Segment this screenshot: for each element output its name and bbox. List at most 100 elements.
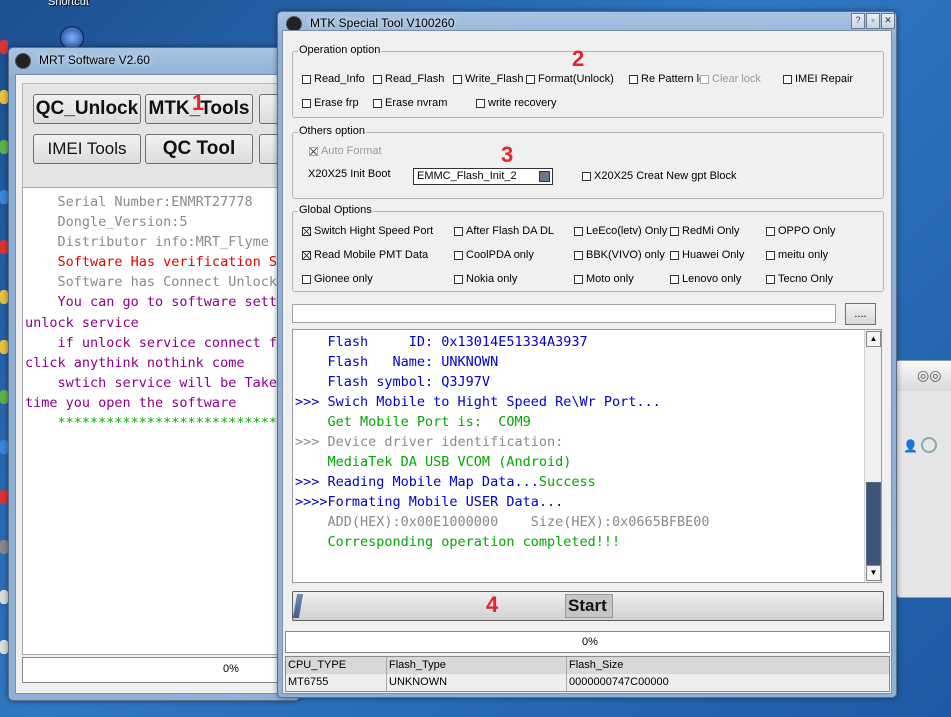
mtk-title: MTK Special Tool V100260 <box>310 16 455 30</box>
read-pmt-box[interactable] <box>302 250 311 260</box>
read-info-box[interactable] <box>302 74 311 84</box>
mtk-log-panel: Flash ID: 0x13014E51334A3937 Flash Name:… <box>292 329 882 583</box>
log-scrollbar[interactable]: ▲ ▼ <box>864 330 881 582</box>
leeco-checkbox[interactable]: LeEco(letv) Only <box>574 225 667 237</box>
write-flash-box[interactable] <box>453 74 462 84</box>
erase-frp-box[interactable] <box>302 98 311 108</box>
auto-format-box[interactable] <box>309 146 318 156</box>
re-pattern-checkbox[interactable]: Re Pattern lo <box>629 73 701 85</box>
minimize-button[interactable]: ▫ <box>866 13 880 29</box>
read-flash-checkbox[interactable]: Read_Flash <box>373 73 444 85</box>
clear-lock-box[interactable] <box>700 74 709 84</box>
mtk-log-line-text: ADD(HEX):0x00E1000000 Size(HEX):0x0665BF… <box>295 514 710 530</box>
qc-tool-button[interactable]: QC Tool <box>145 134 253 164</box>
erase-frp-checkbox[interactable]: Erase frp <box>302 97 359 109</box>
coolpda-box[interactable] <box>454 250 463 260</box>
qc-unlock-button[interactable]: QC_Unlock <box>33 94 141 124</box>
annotation-2: 2 <box>572 46 585 71</box>
meitu-checkbox[interactable]: meitu only <box>766 249 828 261</box>
mrt-log-line: if unlock service connect fa <box>25 333 286 353</box>
oppo-box[interactable] <box>766 226 775 236</box>
leeco-box[interactable] <box>574 226 583 236</box>
table-header-cpu: CPU_TYPE <box>286 657 387 674</box>
mtk-window[interactable]: MTK Special Tool V100260 ? ▫ ✕ Operation… <box>277 11 897 698</box>
scroll-thumb[interactable] <box>866 482 881 566</box>
gionee-box[interactable] <box>302 274 311 284</box>
background-window[interactable]: ◎◎ 👤 <box>896 360 951 598</box>
clear-lock-checkbox[interactable]: Clear lock <box>700 73 761 85</box>
redmi-box[interactable] <box>670 226 679 236</box>
read-pmt-checkbox[interactable]: Read Mobile PMT Data <box>302 249 428 261</box>
start-label-area: Start <box>565 594 613 618</box>
mrt-log-line: Dongle_Version:5 <box>25 212 285 232</box>
annotation-1: 1 <box>192 90 205 115</box>
read-flash-box[interactable] <box>373 74 382 84</box>
nokia-checkbox[interactable]: Nokia only <box>454 273 517 285</box>
mrt-log-line: click anythink nothink come <box>25 353 285 373</box>
lenovo-box[interactable] <box>670 274 679 284</box>
imei-tools-button[interactable]: IMEI Tools <box>33 134 141 164</box>
file-path-input[interactable] <box>292 304 836 323</box>
tecno-box[interactable] <box>766 274 775 284</box>
high-speed-checkbox[interactable]: Switch Hight Speed Port <box>302 225 433 237</box>
format-unlock-box[interactable] <box>526 74 535 84</box>
huawei-box[interactable] <box>670 250 679 260</box>
mtk-log-line: Get Mobile Port is: COM9 <box>295 412 710 432</box>
close-button[interactable]: ✕ <box>881 13 895 29</box>
mrt-log-line: unlock service <box>25 313 285 333</box>
format-unlock-checkbox[interactable]: Format(Unlock) <box>526 73 614 85</box>
desktop-shortcut-label[interactable]: Shortcut <box>48 0 89 8</box>
mrt-log-line-text: Distributor info:MRT_Flyme <box>25 234 269 251</box>
mrt-log: Serial Number:ENMRT27778 Dongle_Version:… <box>25 192 285 433</box>
redmi-checkbox[interactable]: RedMi Only <box>670 225 739 237</box>
moto-checkbox[interactable]: Moto only <box>574 273 634 285</box>
mtk-progress-text: 0% <box>582 636 598 648</box>
mrt-log-line-text: Software Has verification Su <box>25 254 286 271</box>
gpt-block-box[interactable] <box>582 171 591 181</box>
mrt-log-line-text: unlock service <box>25 314 139 331</box>
browse-button[interactable]: .... <box>845 303 876 325</box>
settings-icon[interactable] <box>921 437 937 453</box>
scroll-up-button[interactable]: ▲ <box>866 331 881 347</box>
start-button[interactable]: Start <box>292 591 884 621</box>
init-boot-dropdown-icon[interactable] <box>539 171 550 182</box>
table-header-flash-type: Flash_Type <box>387 657 567 674</box>
bbk-checkbox[interactable]: BBK(VIVO) only <box>574 249 665 261</box>
mtk-log-line-text: MediaTek DA USB VCOM (Android) <box>295 454 572 470</box>
init-boot-select[interactable]: EMMC_Flash_Init_2 <box>413 168 553 185</box>
mrt-window[interactable]: MRT Software V2.60 QC_Unlock MTK_Tools I… <box>8 47 300 701</box>
oppo-checkbox[interactable]: OPPO Only <box>766 225 835 237</box>
after-flash-box[interactable] <box>454 226 463 236</box>
write-flash-checkbox[interactable]: Write_Flash <box>453 73 523 85</box>
erase-nvram-checkbox[interactable]: Erase nvram <box>373 97 447 109</box>
gionee-checkbox[interactable]: Gionee only <box>302 273 373 285</box>
moto-box[interactable] <box>574 274 583 284</box>
mrt-log-line: *************************** <box>25 413 285 433</box>
bbk-box[interactable] <box>574 250 583 260</box>
gpt-block-checkbox[interactable]: X20X25 Creat New gpt Block <box>582 170 736 182</box>
scroll-down-button[interactable]: ▼ <box>866 565 881 581</box>
table-header-flash-size: Flash_Size <box>567 657 889 674</box>
nokia-box[interactable] <box>454 274 463 284</box>
mrt-log-line-text: swtich service will be Take <box>25 374 277 391</box>
lenovo-checkbox[interactable]: Lenovo only <box>670 273 741 285</box>
help-button[interactable]: ? <box>851 13 865 29</box>
auto-format-checkbox[interactable]: Auto Format <box>309 145 382 157</box>
re-pattern-box[interactable] <box>629 74 638 84</box>
high-speed-box[interactable] <box>302 226 311 236</box>
imei-repair-checkbox[interactable]: IMEI Repair <box>783 73 853 85</box>
tecno-checkbox[interactable]: Tecno Only <box>766 273 833 285</box>
mrt-titlebar[interactable]: MRT Software V2.60 <box>9 48 299 74</box>
write-recovery-checkbox[interactable]: write recovery <box>476 97 556 109</box>
write-recovery-box[interactable] <box>476 98 485 108</box>
erase-nvram-box[interactable] <box>373 98 382 108</box>
others-option-group: Others option Auto Format X20X25 Init Bo… <box>292 125 884 199</box>
huawei-checkbox[interactable]: Huawei Only <box>670 249 744 261</box>
global-options-title: Global Options <box>298 204 373 216</box>
annotation-3: 3 <box>501 142 514 167</box>
after-flash-checkbox[interactable]: After Flash DA DL <box>454 225 554 237</box>
coolpda-checkbox[interactable]: CoolPDA only <box>454 249 534 261</box>
read-info-checkbox[interactable]: Read_Info <box>302 73 365 85</box>
meitu-box[interactable] <box>766 250 775 260</box>
imei-repair-box[interactable] <box>783 74 792 84</box>
